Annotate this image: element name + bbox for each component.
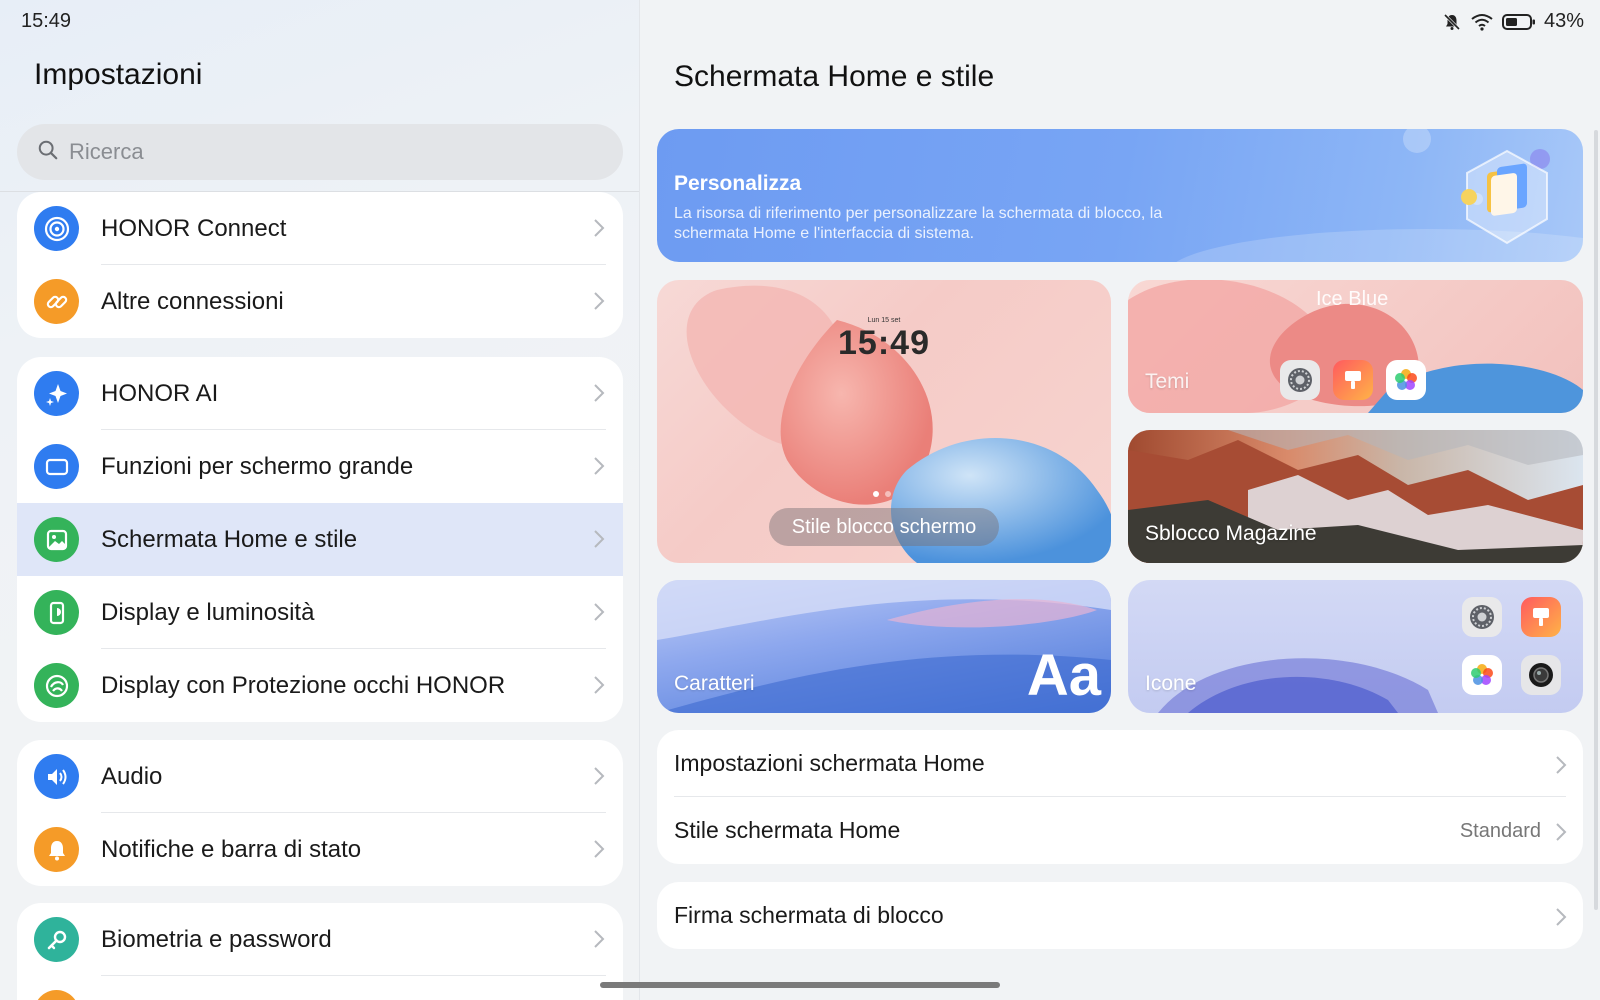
chevron-right-icon <box>593 838 605 865</box>
link-icon <box>34 279 79 324</box>
sparkle-icon <box>34 371 79 416</box>
theme-name: Ice Blue <box>1316 288 1389 310</box>
settings-app-icon <box>1280 360 1320 400</box>
sidebar-item-large-screen[interactable]: Funzioni per schermo grande <box>17 430 623 503</box>
lockscreen-date: Lun 15 set <box>867 317 901 324</box>
sidebar-item-honor-ai[interactable]: HONOR AI <box>17 357 623 430</box>
sidebar-item-label: Schermata Home e stile <box>101 525 358 553</box>
sidebar-item-notifications[interactable]: Notifiche e barra di stato <box>17 813 623 886</box>
detail-title: Schermata Home e stile <box>674 60 995 93</box>
display-brightness-icon <box>34 590 79 635</box>
scrollbar[interactable] <box>1594 130 1598 910</box>
theme-cube-icon <box>1457 147 1557 252</box>
chevron-right-icon <box>593 217 605 244</box>
status-bar-right: 43% <box>1442 10 1584 33</box>
page-dots <box>873 491 891 497</box>
sidebar-item-label: Funzioni per schermo grande <box>101 452 414 480</box>
page-title: Impostazioni <box>34 58 203 91</box>
lockscreen-signature-list: Firma schermata di blocco <box>657 882 1583 949</box>
chevron-right-icon <box>593 765 605 792</box>
sidebar-item-label: HONOR Connect <box>101 214 287 242</box>
sidebar-item-audio[interactable]: Audio <box>17 740 623 813</box>
home-style-value: Standard <box>1459 820 1541 842</box>
gallery-app-icon <box>1462 655 1502 695</box>
sidebar-item-other-connections[interactable]: Altre connessioni <box>17 265 623 338</box>
settings-app-icon <box>1462 597 1502 637</box>
tablet-icon <box>34 444 79 489</box>
settings-sidebar: 15:49 Impostazioni HONOR Connect Altre c… <box>0 0 640 1000</box>
personalize-banner[interactable]: Personalizza La risorsa di riferimento p… <box>657 129 1583 262</box>
sidebar-item-honor-connect[interactable]: HONOR Connect <box>17 192 623 265</box>
banner-subtitle: La risorsa di riferimento per personaliz… <box>674 205 1163 242</box>
speaker-icon <box>34 754 79 799</box>
chevron-right-icon <box>593 528 605 555</box>
chevron-right-icon <box>593 455 605 482</box>
themes-label: Temi <box>1145 370 1190 393</box>
sidebar-item-label: Audio <box>101 762 163 790</box>
banner-title: Personalizza <box>674 172 802 195</box>
search-input[interactable] <box>69 139 569 165</box>
chevron-right-icon <box>593 928 605 955</box>
list-item-label: Firma schermata di blocco <box>674 902 944 928</box>
settings-group-sound: Audio Notifiche e barra di stato <box>17 740 623 886</box>
battery-icon <box>1501 12 1536 32</box>
status-time: 15:49 <box>21 10 72 32</box>
sidebar-item-label: Display e luminosità <box>101 598 315 626</box>
partial-icon <box>34 990 79 1000</box>
home-indicator[interactable] <box>600 982 1000 988</box>
chevron-right-icon <box>593 290 605 317</box>
chevron-right-icon <box>593 382 605 409</box>
eye-comfort-icon <box>34 663 79 708</box>
chevron-right-icon <box>1555 754 1567 781</box>
fonts-label: Caratteri <box>674 672 755 695</box>
settings-group-connections: HONOR Connect Altre connessioni <box>17 192 623 338</box>
icons-card[interactable]: Icone <box>1128 580 1583 713</box>
magazine-unlock-card[interactable]: Sblocco Magazine <box>1128 430 1583 563</box>
sidebar-item-label: Biometria e password <box>101 925 332 953</box>
sidebar-item-home-style[interactable]: Schermata Home e stile <box>17 503 623 576</box>
chevron-right-icon <box>593 674 605 701</box>
detail-pane: 43% Schermata Home e stile Personalizza … <box>640 0 1600 1000</box>
list-item-label: Impostazioni schermata Home <box>674 750 985 776</box>
sidebar-item-label: Notifiche e barra di stato <box>101 835 362 863</box>
list-item-home-style[interactable]: Stile schermata Home Standard <box>657 797 1583 864</box>
chevron-right-icon <box>1555 906 1567 933</box>
bell-icon <box>34 827 79 872</box>
sidebar-item-next[interactable] <box>17 976 623 1000</box>
icons-label: Icone <box>1145 672 1197 695</box>
sidebar-item-label: Altre connessioni <box>101 287 284 315</box>
list-item-lockscreen-signature[interactable]: Firma schermata di blocco <box>657 882 1583 949</box>
sidebar-item-label: HONOR AI <box>101 379 219 407</box>
list-item-home-settings[interactable]: Impostazioni schermata Home <box>657 730 1583 797</box>
search-bar[interactable] <box>17 124 623 180</box>
lockscreen-style-card[interactable]: Lun 15 set 15:49 Stile blocco schermo <box>657 280 1111 563</box>
chevron-right-icon <box>1555 821 1567 848</box>
settings-group-display: HONOR AI Funzioni per schermo grande Sch… <box>17 357 623 722</box>
gallery-app-icon <box>1386 360 1426 400</box>
settings-group-security: Biometria e password <box>17 903 623 1000</box>
themes-card[interactable]: Ice Blue Temi <box>1128 280 1583 413</box>
battery-percent: 43% <box>1543 10 1584 32</box>
sidebar-item-label: Display con Protezione occhi HONOR <box>101 671 506 699</box>
fonts-card[interactable]: Caratteri Aa <box>657 580 1111 713</box>
lockscreen-style-label: Stile blocco schermo <box>769 508 999 546</box>
honor-connect-icon <box>34 206 79 251</box>
sidebar-item-display-brightness[interactable]: Display e luminosità <box>17 576 623 649</box>
home-settings-list: Impostazioni schermata Home Stile scherm… <box>657 730 1583 864</box>
themes-app-icon <box>1333 360 1373 400</box>
key-icon <box>34 917 79 962</box>
camera-app-icon <box>1521 655 1561 695</box>
lockscreen-clock: 15:49 <box>838 324 930 362</box>
magazine-label: Sblocco Magazine <box>1145 522 1317 545</box>
wifi-icon <box>1470 12 1494 32</box>
search-icon <box>37 139 59 166</box>
chevron-right-icon <box>593 601 605 628</box>
mute-bell-icon <box>1442 12 1462 32</box>
sidebar-item-eye-comfort[interactable]: Display con Protezione occhi HONOR <box>17 649 623 722</box>
list-item-label: Stile schermata Home <box>674 817 901 843</box>
themes-app-icon <box>1521 597 1561 637</box>
font-sample: Aa <box>1026 643 1101 708</box>
sidebar-item-biometrics[interactable]: Biometria e password <box>17 903 623 976</box>
image-icon <box>34 517 79 562</box>
